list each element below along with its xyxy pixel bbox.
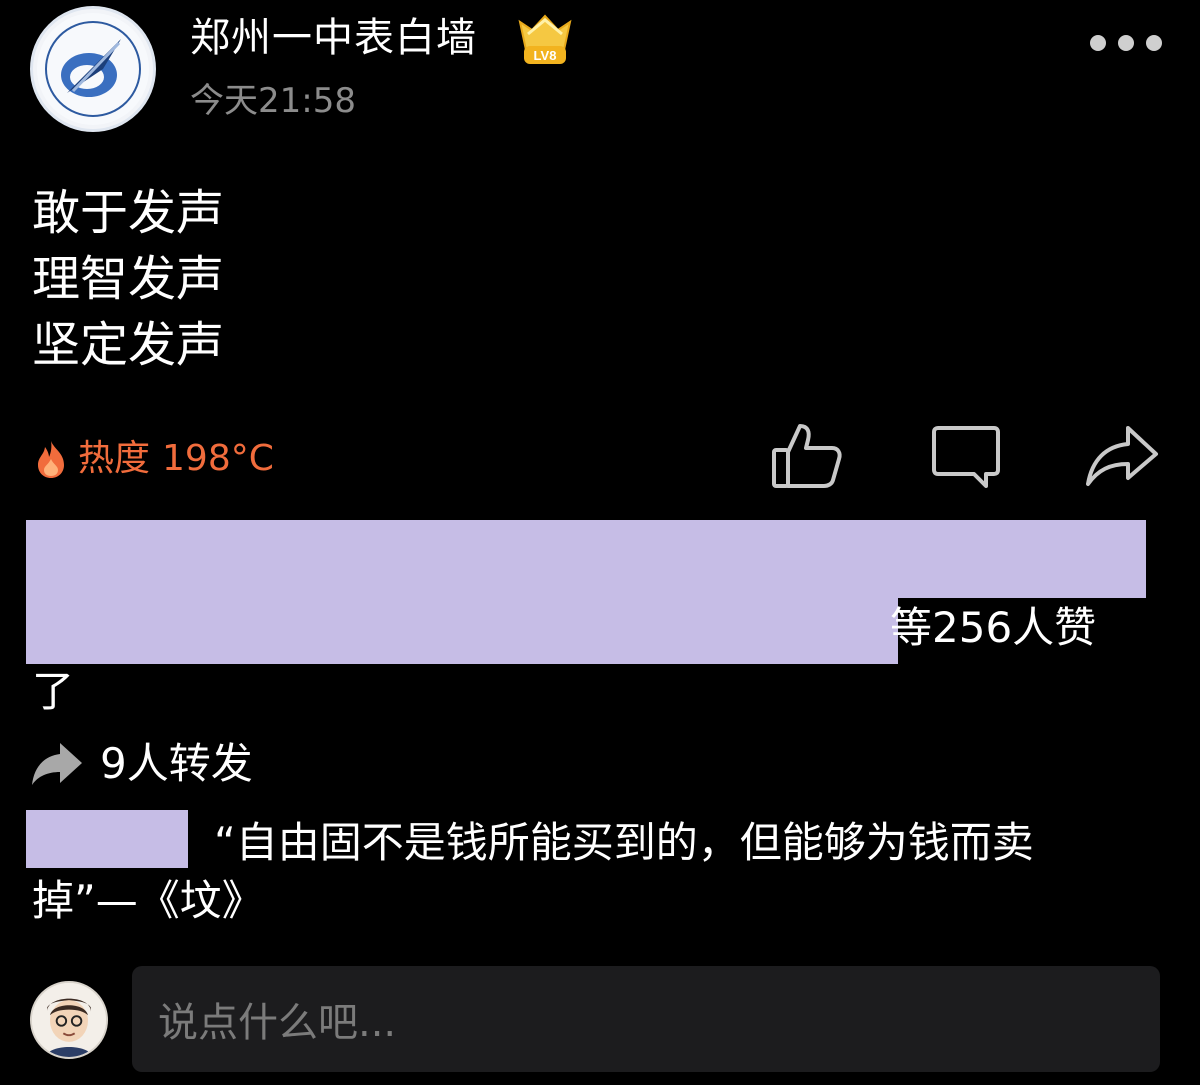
comment-input-placeholder: 说点什么吧... bbox=[158, 1000, 397, 1046]
comment-input[interactable]: 说点什么吧... bbox=[132, 966, 1160, 1072]
level-text: LV8 bbox=[534, 48, 557, 63]
likes-count[interactable]: 等256人赞 bbox=[890, 598, 1096, 658]
heat-value: 198°C bbox=[162, 438, 274, 479]
redacted-block bbox=[26, 520, 1146, 598]
school-logo-icon bbox=[37, 13, 149, 125]
more-dot-icon bbox=[1146, 35, 1162, 51]
post-line: 理智发声 bbox=[32, 251, 225, 307]
heat-label: 热度 bbox=[78, 438, 151, 479]
comment-text-cont: 掉”—《坟》 bbox=[32, 876, 264, 925]
forward-icon bbox=[32, 743, 82, 785]
heat-indicator: 热度 198°C bbox=[34, 434, 274, 484]
redacted-block bbox=[26, 598, 898, 664]
likes-count-tail: 了 bbox=[32, 667, 75, 716]
forward-count-row[interactable]: 9人转发 bbox=[30, 734, 253, 794]
more-dot-icon bbox=[1090, 35, 1106, 51]
post-line: 敢于发声 bbox=[32, 185, 225, 241]
comment-text: “自由固不是钱所能买到的，但能够为钱而卖 bbox=[214, 818, 1034, 867]
share-icon[interactable] bbox=[1084, 420, 1160, 496]
level-badge: LV8 bbox=[514, 12, 576, 68]
more-dot-icon bbox=[1118, 35, 1134, 51]
post-line: 坚定发声 bbox=[32, 317, 225, 373]
comment-icon[interactable] bbox=[928, 420, 1004, 496]
redacted-commenter bbox=[26, 810, 188, 868]
fire-icon bbox=[38, 441, 64, 478]
post-body: 敢于发声 理智发声 坚定发声 bbox=[32, 180, 224, 378]
post-time: 今天21:58 bbox=[190, 81, 356, 121]
author-name[interactable]: 郑州一中表白墙 bbox=[190, 10, 477, 66]
forward-count: 9人转发 bbox=[100, 739, 253, 788]
more-options-button[interactable] bbox=[1090, 30, 1162, 56]
user-avatar[interactable] bbox=[30, 981, 108, 1059]
author-avatar[interactable] bbox=[30, 6, 156, 132]
thumbs-up-icon[interactable] bbox=[770, 418, 846, 494]
